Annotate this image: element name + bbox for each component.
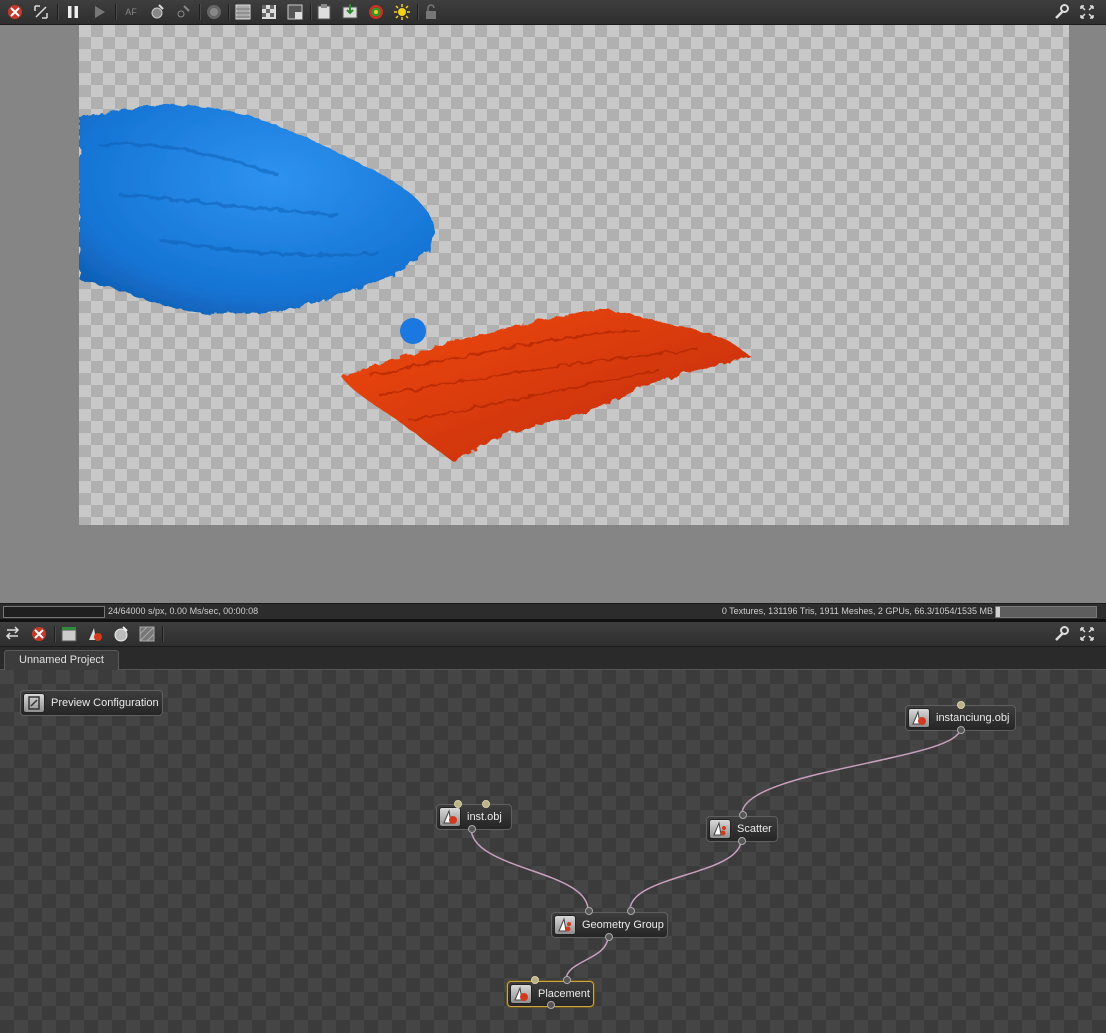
output-pin[interactable]: [738, 837, 746, 845]
tab-settings-icon[interactable]: [4, 625, 22, 643]
alpha-checker-icon[interactable]: [234, 3, 252, 21]
background-icon[interactable]: [286, 3, 304, 21]
mesh-icon: [908, 708, 930, 728]
group-icon: [554, 915, 576, 935]
node-graph[interactable]: Preview Configuration instanciung.obj in…: [0, 670, 1106, 1033]
maximize-icon[interactable]: [1078, 3, 1096, 21]
project-tabs: Unnamed Project: [0, 647, 1106, 670]
af-focus-icon[interactable]: AF: [122, 3, 140, 21]
node-label: Geometry Group: [582, 919, 664, 931]
pick-material-icon[interactable]: [148, 3, 166, 21]
render-toolbar: AF: [0, 0, 1106, 25]
clipboard-icon[interactable]: [315, 3, 333, 21]
fluid-mesh: [79, 104, 435, 314]
render-target-icon[interactable]: [112, 625, 130, 643]
input-pin[interactable]: [585, 907, 593, 915]
memory-bar: [995, 606, 1097, 618]
render-stats: 24/64000 s/px, 0.00 Ms/sec, 00:00:08: [108, 606, 259, 616]
output-pin[interactable]: [957, 726, 965, 734]
tab-label: Unnamed Project: [19, 654, 104, 666]
af-label: AF: [125, 7, 137, 17]
graph-toolbar: [0, 622, 1106, 647]
preview-config-icon: [23, 693, 45, 713]
graph-maximize-icon[interactable]: [1078, 625, 1096, 643]
input-pin[interactable]: [957, 701, 965, 709]
pause-icon[interactable]: [64, 3, 82, 21]
play-icon[interactable]: [90, 3, 108, 21]
node-preview-configuration[interactable]: Preview Configuration: [20, 690, 163, 716]
render-viewport[interactable]: [0, 25, 1106, 603]
checkerboard-icon[interactable]: [260, 3, 278, 21]
wire-instanciung-scatter: [741, 728, 961, 815]
sphere-mesh: [400, 318, 426, 344]
render-region-icon[interactable]: [205, 3, 223, 21]
input-pin[interactable]: [563, 976, 571, 984]
input-pin[interactable]: [531, 976, 539, 984]
pick-object-icon[interactable]: [174, 3, 192, 21]
node-label: Placement: [538, 988, 590, 1000]
fit-view-icon[interactable]: [32, 3, 50, 21]
wire-scatter-geometry: [629, 839, 742, 911]
node-label: Preview Configuration: [51, 697, 159, 709]
wrench-icon[interactable]: [1052, 3, 1070, 21]
wire-inst-geometry: [470, 827, 589, 911]
render-image: [79, 25, 1069, 525]
mesh-icon: [510, 984, 532, 1004]
light-icon[interactable]: [393, 3, 411, 21]
graph-wrench-icon[interactable]: [1052, 625, 1070, 643]
tab-unnamed-project[interactable]: Unnamed Project: [4, 650, 119, 670]
output-pin[interactable]: [547, 1001, 555, 1009]
lock-icon[interactable]: [422, 3, 440, 21]
input-pin[interactable]: [454, 800, 462, 808]
wire-geometry-placement: [565, 935, 609, 981]
color-wheel-icon[interactable]: [367, 3, 385, 21]
scene-icon[interactable]: [60, 625, 78, 643]
output-pin[interactable]: [468, 825, 476, 833]
input-pin[interactable]: [627, 907, 635, 915]
save-render-icon[interactable]: [341, 3, 359, 21]
input-pin[interactable]: [482, 800, 490, 808]
status-bar: 24/64000 s/px, 0.00 Ms/sec, 00:00:08 0 T…: [0, 603, 1106, 620]
texture-icon[interactable]: [138, 625, 156, 643]
mesh-icon: [439, 807, 461, 827]
scene-stats: 0 Textures, 131196 Tris, 1911 Meshes, 2 …: [721, 606, 993, 616]
cancel-render-icon[interactable]: [6, 3, 24, 21]
stop-icon[interactable]: [30, 625, 48, 643]
material-icon[interactable]: [86, 625, 104, 643]
render-progress-bar: [3, 606, 105, 618]
node-label: instanciung.obj: [936, 712, 1010, 724]
scatter-icon: [709, 819, 731, 839]
input-pin[interactable]: [739, 811, 747, 819]
output-pin[interactable]: [605, 933, 613, 941]
